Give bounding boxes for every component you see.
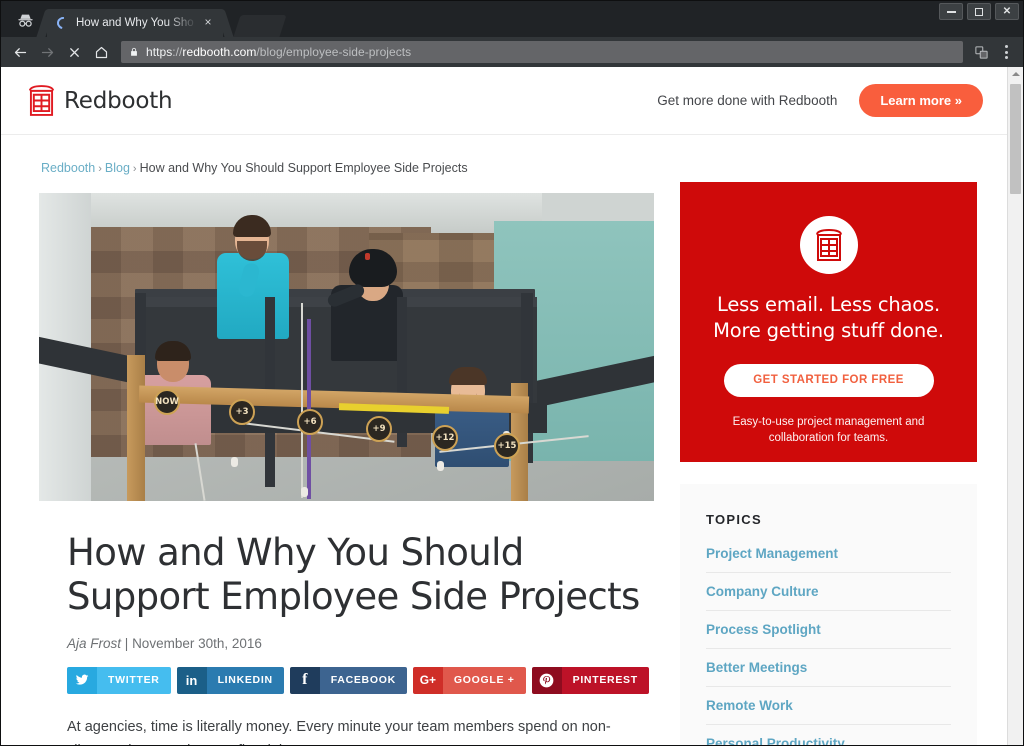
header-tagline: Get more done with Redbooth xyxy=(657,93,838,108)
scroll-up-arrow[interactable] xyxy=(1008,67,1023,81)
share-pinterest-button[interactable]: PINTEREST xyxy=(531,666,649,694)
breadcrumb-item-blog[interactable]: Blog xyxy=(105,161,130,175)
maximize-button[interactable] xyxy=(967,3,991,20)
page-title: How and Why You Should Support Employee … xyxy=(67,531,640,619)
share-facebook-button[interactable]: f FACEBOOK xyxy=(289,666,407,694)
web-page: Redbooth Get more done with Redbooth Lea… xyxy=(1,67,1007,745)
pinterest-icon xyxy=(531,666,562,694)
article-date: November 30th, 2016 xyxy=(132,635,262,651)
byline-separator: | xyxy=(124,635,129,651)
breadcrumb: Redbooth › Blog › How and Why You Should Sup… xyxy=(39,161,654,175)
tab-strip: How and Why You Sho × ✕ xyxy=(1,1,1023,37)
browser-window: How and Why You Sho × ✕ https://redbooth… xyxy=(0,0,1024,746)
main-column: Redbooth › Blog › How and Why You Should Sup… xyxy=(39,161,654,745)
page-viewport: Redbooth Get more done with Redbooth Lea… xyxy=(1,67,1023,745)
tab-close-icon[interactable]: × xyxy=(201,16,215,30)
topic-link-personal-productivity[interactable]: Personal Productivity xyxy=(706,736,951,745)
facebook-icon: f xyxy=(289,666,320,694)
page-content: Redbooth › Blog › How and Why You Should Sup… xyxy=(1,135,1007,745)
new-tab-button[interactable] xyxy=(233,15,287,37)
lock-icon xyxy=(131,47,137,56)
incognito-icon xyxy=(9,6,41,34)
share-googleplus-button[interactable]: G+ GOOGLE + xyxy=(412,666,526,694)
promo-card: Less email. Less chaos. More getting stu… xyxy=(680,182,977,462)
hero-marker-2: +6 xyxy=(297,409,323,435)
url-separator: :// xyxy=(172,45,183,59)
stop-loading-icon[interactable] xyxy=(61,39,87,65)
site-header: Redbooth Get more done with Redbooth Lea… xyxy=(1,67,1007,135)
twitter-icon xyxy=(67,666,97,694)
article-hero-image: NOW +3 +6 +9 +12 +15 xyxy=(39,193,654,501)
close-button[interactable]: ✕ xyxy=(995,3,1019,20)
breadcrumb-separator-2: › xyxy=(132,163,137,175)
window-controls: ✕ xyxy=(939,3,1019,20)
topic-link-project-management[interactable]: Project Management xyxy=(706,546,951,573)
article-author: Aja Frost xyxy=(67,635,122,651)
tab-title: How and Why You Sho xyxy=(76,17,194,29)
learn-more-button[interactable]: Learn more » xyxy=(859,84,983,117)
article-byline: Aja Frost | November 30th, 2016 xyxy=(67,636,654,651)
social-share-row: TWITTER in LINKEDIN f FACEBOOK G+ GOOGLE… xyxy=(67,666,654,694)
share-twitter-label: TWITTER xyxy=(97,666,171,694)
back-icon[interactable] xyxy=(7,39,33,65)
hero-marker-5: +15 xyxy=(494,433,520,459)
tab-loading-spinner xyxy=(54,14,72,32)
article-body-paragraph: At agencies, time is literally money. Ev… xyxy=(67,718,611,745)
header-right-group: Get more done with Redbooth Learn more » xyxy=(657,84,983,117)
page-scrollbar[interactable] xyxy=(1007,67,1023,745)
hero-marker-0: NOW xyxy=(154,389,180,415)
promo-phone-booth-icon xyxy=(799,216,858,274)
breadcrumb-item-current: How and Why You Should Support Employee … xyxy=(139,161,468,175)
forward-icon xyxy=(34,39,60,65)
linkedin-icon: in xyxy=(176,666,207,694)
promo-heading-line1: Less email. Less chaos. xyxy=(717,293,940,316)
url-path: /blog/employee-side-projects xyxy=(256,45,412,59)
address-bar[interactable]: https://redbooth.com/blog/employee-side-… xyxy=(121,41,963,63)
brand-name: Redbooth xyxy=(64,87,173,114)
breadcrumb-item-redbooth[interactable]: Redbooth xyxy=(41,161,95,175)
topic-link-better-meetings[interactable]: Better Meetings xyxy=(706,660,951,687)
browser-tab[interactable]: How and Why You Sho × xyxy=(47,9,223,37)
url-scheme: https xyxy=(146,45,173,59)
topics-panel: TOPICS Project Management Company Cultur… xyxy=(680,484,977,745)
topic-link-process-spotlight[interactable]: Process Spotlight xyxy=(706,622,951,649)
share-pinterest-label: PINTEREST xyxy=(561,666,649,694)
topic-link-remote-work[interactable]: Remote Work xyxy=(706,698,951,725)
browser-menu-icon[interactable] xyxy=(995,39,1017,65)
scrollbar-thumb[interactable] xyxy=(1010,84,1021,194)
promo-subtext: Easy-to-use project management and colla… xyxy=(732,415,925,445)
google-plus-icon: G+ xyxy=(412,666,443,694)
share-googleplus-label: GOOGLE + xyxy=(442,666,526,694)
get-started-button[interactable]: GET STARTED FOR FREE xyxy=(723,363,934,397)
promo-heading-line2: More getting stuff done. xyxy=(713,319,944,343)
share-twitter-button[interactable]: TWITTER xyxy=(67,666,171,694)
topics-heading: TOPICS xyxy=(706,512,762,527)
hero-marker-3: +9 xyxy=(366,416,392,442)
brand-logo-group[interactable]: Redbooth xyxy=(29,84,173,117)
topic-link-company-culture[interactable]: Company Culture xyxy=(706,584,951,611)
home-icon[interactable] xyxy=(88,39,114,65)
hero-marker-1: +3 xyxy=(229,399,255,425)
sidebar-column: Less email. Less chaos. More getting stu… xyxy=(680,161,977,745)
browser-toolbar: https://redbooth.com/blog/employee-side-… xyxy=(1,37,1023,67)
minimize-button[interactable] xyxy=(939,3,963,20)
breadcrumb-separator-1: › xyxy=(98,163,102,175)
share-linkedin-button[interactable]: in LINKEDIN xyxy=(176,666,284,694)
url-text: https://redbooth.com/blog/employee-side-… xyxy=(146,45,411,59)
share-facebook-label: FACEBOOK xyxy=(319,666,407,694)
share-linkedin-label: LINKEDIN xyxy=(206,666,284,694)
phone-booth-icon xyxy=(29,85,54,116)
hero-marker-4: +12 xyxy=(432,425,458,451)
url-host: redbooth.com xyxy=(182,45,257,59)
translate-icon[interactable] xyxy=(968,39,994,65)
